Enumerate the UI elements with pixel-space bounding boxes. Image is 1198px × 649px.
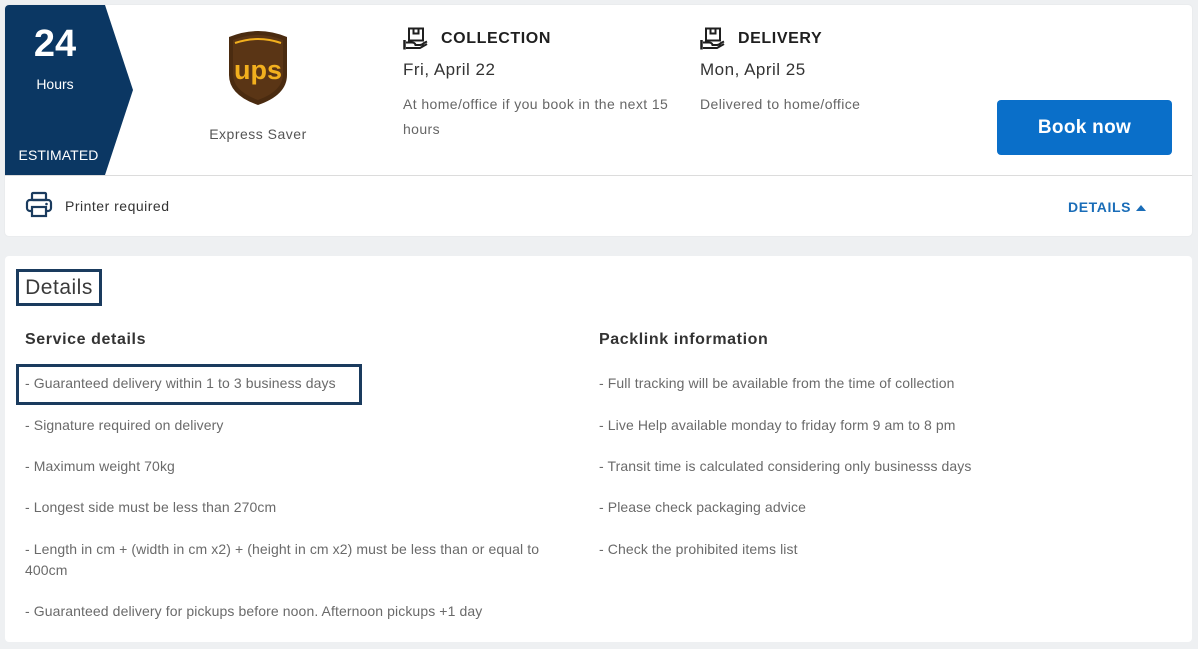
packlink-info-item: - Live Help available monday to friday f… [599,417,956,433]
printer-required-label: Printer required [65,198,170,214]
caret-up-icon [1136,204,1147,211]
card-divider [5,175,1192,176]
delivery-date: Mon, April 25 [700,60,806,79]
packlink-info-heading: Packlink information [599,331,769,348]
shipping-offer-card: 24 Hours ESTIMATED ups Express Saver COL… [5,5,1192,236]
details-toggle-label: DETAILS [1068,199,1132,215]
service-detail-item: - Guaranteed delivery within 1 to 3 busi… [25,375,336,391]
badge-estimated-label: ESTIMATED [18,147,99,163]
details-panel: Details Service details Packlink informa… [5,256,1192,642]
service-detail-item: - Maximum weight 70kg [25,458,175,474]
service-detail-item: - Signature required on delivery [25,417,224,433]
badge-hours-unit: Hours [36,76,74,92]
collection-date: Fri, April 22 [403,60,496,79]
printer-icon [25,191,53,218]
box-hand-icon [403,27,428,50]
collection-title: COLLECTION [441,30,551,47]
service-detail-item: - Guaranteed delivery for pickups before… [25,603,483,619]
service-name: Express Saver [209,126,307,142]
book-now-button[interactable]: Book now [997,100,1172,155]
service-detail-item: - Longest side must be less than 270cm [25,499,277,515]
estimated-time-badge: 24 Hours ESTIMATED [5,5,133,175]
details-toggle[interactable]: DETAILS [1068,199,1147,215]
delivery-info: DELIVERY Mon, April 25 Delivered to home… [700,26,970,117]
delivery-title: DELIVERY [738,30,823,47]
packlink-info-item: - Full tracking will be available from t… [599,375,955,391]
delivery-note: Delivered to home/office [700,96,861,112]
packlink-info-item: - Please check packaging advice [599,499,806,515]
service-detail-item: - Length in cm + (width in cm x2) + (hei… [25,541,540,578]
packlink-info-item: - Transit time is calculated considering… [599,458,972,474]
packlink-info-item: - Check the prohibited items list [599,541,798,557]
box-hand-icon [700,27,725,50]
service-details-heading: Service details [25,331,147,348]
collection-note: At home/office if you book in the next 1… [403,96,669,137]
badge-hours-number: 24 [33,23,77,65]
ups-logo: ups [225,29,291,107]
ups-logo-text: ups [234,55,282,85]
details-title: Details [16,269,102,306]
collection-info: COLLECTION Fri, April 22 At home/office … [403,26,673,142]
